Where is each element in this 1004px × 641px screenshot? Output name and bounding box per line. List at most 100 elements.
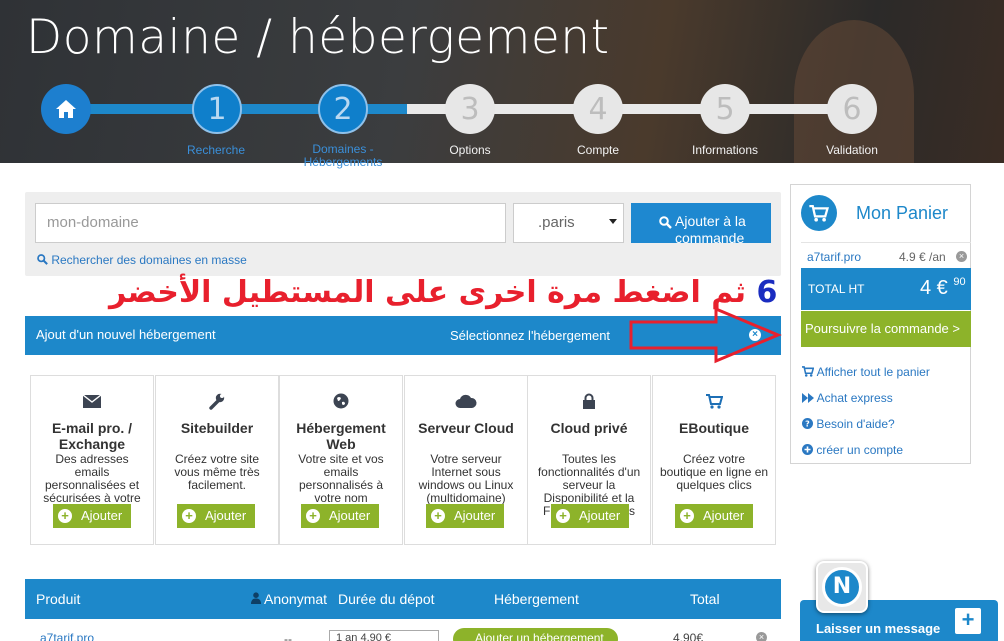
mass-search-link[interactable]: Rechercher des domaines en masse [37, 253, 247, 267]
cart-title: Mon Panier [856, 203, 949, 223]
card-title: E-mail pro. / Exchange [51, 420, 133, 452]
duration-select[interactable]: 1 an 4.90 € [329, 630, 439, 641]
tld-value: .paris [538, 214, 575, 231]
row-anonymat: -- [284, 632, 292, 641]
card-description: Créez votre site vous même très facileme… [174, 453, 260, 492]
search-icon [659, 216, 672, 229]
step-label-domaines[interactable]: Domaines - Hébergements [288, 143, 398, 169]
card-title: Serveur Cloud [418, 420, 514, 436]
globe-icon [280, 391, 402, 411]
button-label: Ajouter [205, 508, 247, 523]
card-title: Sitebuilder [180, 420, 254, 436]
button-label: Ajouter [454, 508, 496, 523]
add-email-pro-button[interactable]: + Ajouter [53, 504, 131, 528]
help-link[interactable]: ? Besoin d'aide? [802, 417, 895, 431]
column-produit: Produit [36, 591, 81, 607]
card-title: EBoutique [679, 420, 749, 436]
row-total: 4.90€ [673, 631, 704, 641]
hosting-select-label[interactable]: Sélectionnez l'hébergement [450, 328, 610, 343]
step-3: 3 [445, 84, 495, 134]
row-product[interactable]: a7tarif.pro [40, 631, 94, 641]
cloud-icon [405, 391, 527, 411]
domain-input[interactable]: mon-domaine [35, 203, 506, 243]
annotation-number: 6 [756, 275, 778, 310]
annotation-text: 6 ثم اضغط مرة اخرى على المستطيل الأخضر [109, 275, 777, 310]
chat-label: Laisser un message [816, 621, 941, 636]
step-6: 6 [827, 84, 877, 134]
card-title: Cloud privé [550, 420, 628, 436]
card-description: Votre serveur Internet sous windows ou L… [418, 453, 514, 505]
step-label-recherche[interactable]: Recherche [161, 143, 271, 157]
svg-text:?: ? [805, 420, 810, 429]
plus-icon[interactable]: + [955, 608, 981, 634]
cart-total: TOTAL HT 4 € 90 [801, 268, 971, 310]
add-to-order-button[interactable]: Ajouter à la commande [631, 203, 771, 243]
step-4: 4 [573, 84, 623, 134]
plus-icon: + [680, 509, 694, 523]
step-label-validation: Validation [826, 143, 878, 157]
plus-icon: + [58, 509, 72, 523]
plus-circle-icon [802, 444, 813, 455]
remove-item-icon[interactable]: × [956, 251, 967, 262]
column-hebergement: Hébergement [494, 591, 579, 607]
column-duree: Durée du dépot [338, 591, 435, 607]
add-sitebuilder-button[interactable]: + Ajouter [177, 504, 255, 528]
annotation-label: ثم اضغط مرة اخرى على المستطيل الأخضر [109, 275, 747, 310]
step-2[interactable]: 2 [318, 84, 368, 134]
annotation-arrow [629, 306, 782, 364]
link-label: Achat express [816, 391, 893, 405]
cart-item-price: 4.9 € /an [899, 250, 946, 264]
caret-down-icon [609, 219, 617, 224]
proceed-order-button[interactable]: Poursuivre la commande > [801, 311, 971, 347]
column-anonymat: Anonymat [264, 591, 328, 607]
divider [801, 242, 971, 243]
step-label-compte: Compte [576, 143, 620, 157]
chat-badge-letter: N [822, 567, 862, 607]
cart-icon [801, 195, 837, 231]
card-description: Créez votre boutique en ligne en quelque… [659, 453, 769, 492]
home-step-button[interactable] [41, 84, 91, 134]
add-eboutique-button[interactable]: + Ajouter [675, 504, 753, 528]
cart-icon [802, 366, 815, 377]
chat-badge[interactable]: N [816, 561, 868, 613]
express-purchase-link[interactable]: Achat express [802, 391, 893, 405]
button-label: Ajouter [329, 508, 371, 523]
total-cents: 90 [953, 276, 966, 288]
cart-item-name[interactable]: a7tarif.pro [807, 250, 861, 264]
order-table-header: Produit Anonymat Durée du dépot Hébergem… [25, 579, 781, 619]
step-1[interactable]: 1 [192, 84, 242, 134]
tld-select[interactable]: .paris [513, 203, 624, 243]
search-icon [37, 254, 48, 265]
add-cloud-prive-button[interactable]: + Ajouter [551, 504, 629, 528]
create-account-link[interactable]: créer un compte [802, 443, 903, 457]
button-label: Ajouter [81, 508, 123, 523]
user-icon [251, 592, 261, 604]
home-icon [56, 100, 76, 118]
step-label-options: Options [449, 143, 491, 157]
plus-icon: + [431, 509, 445, 523]
total-label: TOTAL HT [808, 282, 865, 296]
add-hosting-button[interactable]: Ajouter un hébergement [453, 628, 618, 641]
link-label: Besoin d'aide? [816, 417, 895, 431]
card-description: Des adresses emails personnalisées et sé… [43, 453, 141, 505]
step-5: 5 [700, 84, 750, 134]
total-amount: 4 € [920, 277, 948, 299]
card-title: Hébergement Web [296, 420, 386, 452]
question-circle-icon: ? [802, 418, 813, 429]
mass-search-label: Rechercher des domaines en masse [51, 253, 247, 267]
hosting-bar-title: Ajout d'un nouvel hébergement [36, 327, 216, 342]
add-to-order-label: Ajouter à la commande [675, 213, 746, 243]
add-serveur-cloud-button[interactable]: + Ajouter [426, 504, 504, 528]
cart-icon [653, 391, 775, 411]
envelope-icon [31, 391, 153, 411]
link-label: créer un compte [816, 443, 904, 457]
remove-row-icon[interactable]: × [756, 632, 767, 641]
total-value: 4 € 90 [920, 276, 966, 300]
page-title: Domaine / hébergement [26, 10, 610, 65]
card-description: Votre site et vos emails personnalisés à… [298, 453, 384, 505]
lock-icon [528, 391, 650, 411]
plus-icon: + [182, 509, 196, 523]
view-cart-link[interactable]: Afficher tout le panier [802, 365, 930, 379]
add-hebergement-button[interactable]: + Ajouter [301, 504, 379, 528]
button-label: Ajouter [579, 508, 621, 523]
